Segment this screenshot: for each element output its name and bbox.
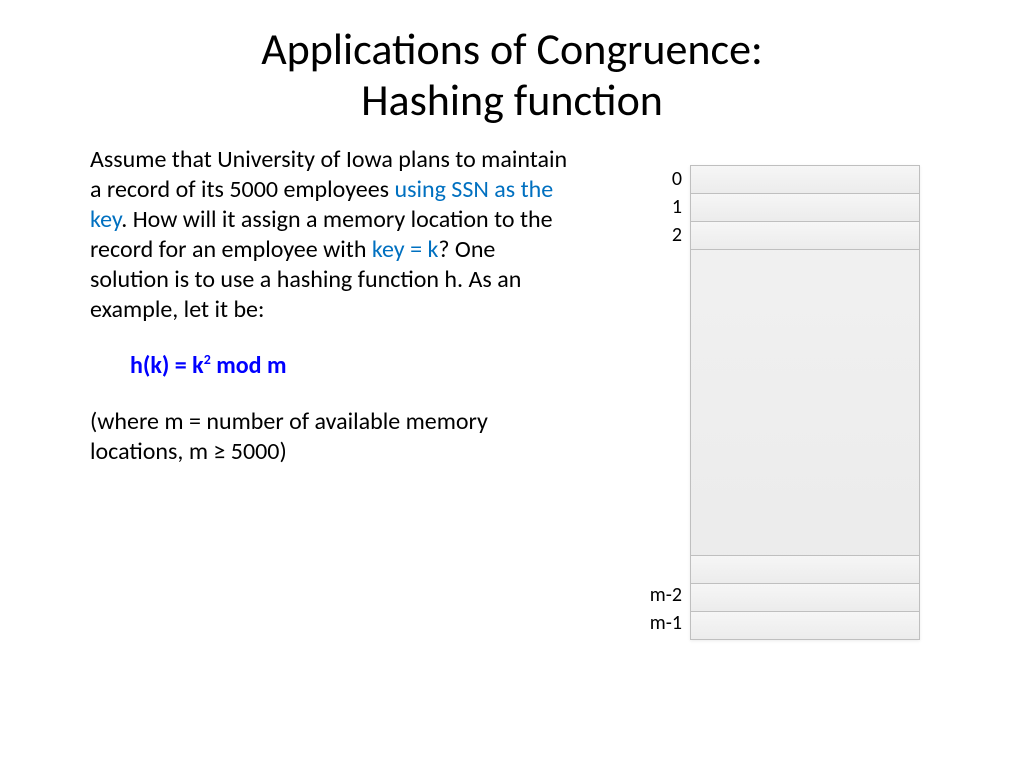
slot-label-m-2: m-2	[622, 583, 682, 607]
memory-slot	[691, 166, 919, 194]
formula-exponent: 2	[204, 351, 211, 368]
text-column: Assume that University of Iowa plans to …	[90, 145, 590, 485]
formula-suffix: mod m	[211, 351, 287, 380]
slot-label-m-1: m-1	[622, 611, 682, 635]
slot-label-2: 2	[622, 223, 682, 247]
slot-label-1: 1	[622, 195, 682, 219]
memory-slot	[691, 583, 919, 611]
slot-label-0: 0	[622, 167, 682, 191]
memory-block	[690, 165, 920, 640]
memory-slot	[691, 194, 919, 222]
slide-title: Applications of Congruence: Hashing func…	[0, 0, 1024, 125]
memory-slot	[691, 222, 919, 250]
paragraph-2: (where m = number of available memory lo…	[90, 407, 570, 467]
paragraph-1: Assume that University of Iowa plans to …	[90, 145, 570, 325]
title-line-1: Applications of Congruence:	[0, 24, 1024, 75]
hash-formula: h(k) = k2 mod m	[130, 351, 570, 381]
p1-highlight-2: key = k	[372, 235, 439, 264]
formula-prefix: h(k) = k	[130, 351, 204, 380]
content-area: Assume that University of Iowa plans to …	[0, 125, 1024, 485]
diagram-column: 0 1 2 m-2 m-1	[590, 145, 950, 485]
memory-slot	[691, 611, 919, 639]
memory-slot	[691, 555, 919, 583]
title-line-2: Hashing function	[0, 75, 1024, 126]
